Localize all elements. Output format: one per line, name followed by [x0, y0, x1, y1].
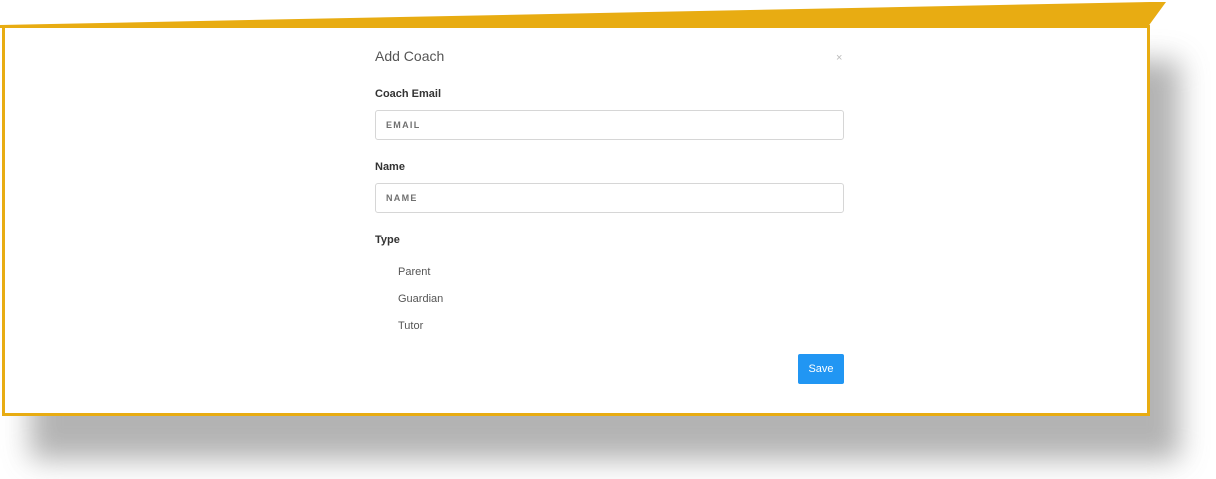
modal-title: Add Coach: [375, 48, 445, 64]
coach-email-label: Coach Email: [375, 88, 442, 100]
type-option-guardian[interactable]: Guardian: [398, 293, 443, 305]
close-icon[interactable]: ×: [836, 53, 842, 64]
name-input[interactable]: [375, 183, 844, 213]
save-button[interactable]: Save: [798, 354, 844, 384]
type-label: Type: [375, 234, 400, 246]
type-option-parent[interactable]: Parent: [398, 266, 430, 278]
name-label: Name: [375, 161, 405, 173]
screenshot-stage: Add Coach × Coach Email Name Type Parent…: [0, 0, 1216, 479]
app-panel: Add Coach × Coach Email Name Type Parent…: [2, 25, 1150, 416]
type-option-tutor[interactable]: Tutor: [398, 320, 423, 332]
add-coach-modal: Add Coach × Coach Email Name Type Parent…: [375, 28, 847, 413]
coach-email-input[interactable]: [375, 110, 844, 140]
